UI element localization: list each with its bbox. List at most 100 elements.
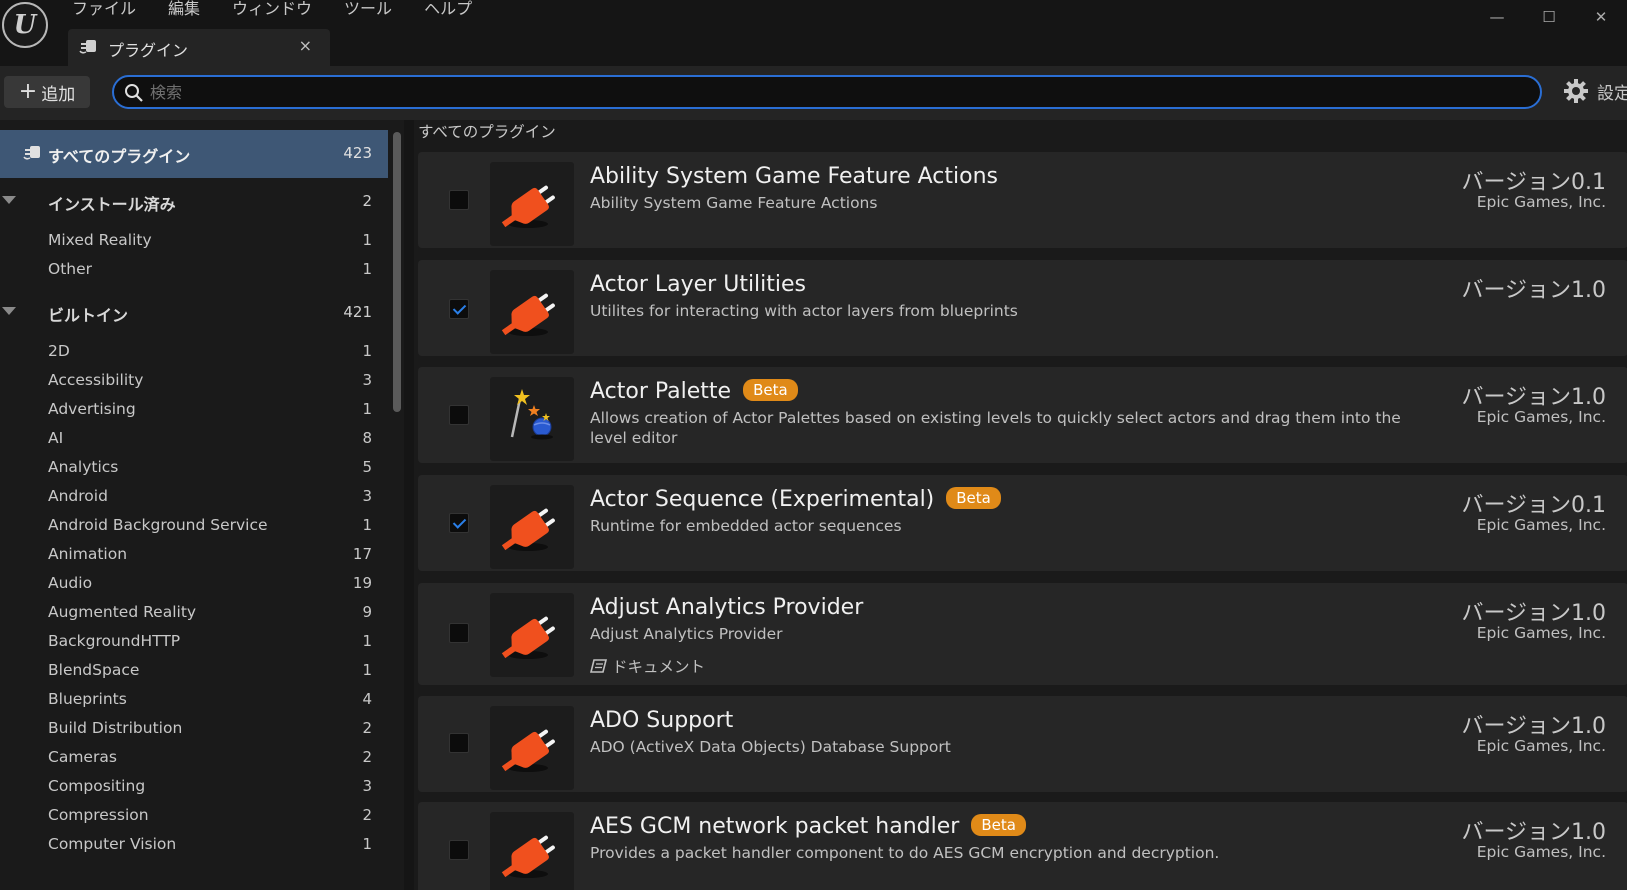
- plugin-thumbnail: [490, 485, 574, 569]
- plugin-title[interactable]: Actor Palette Beta: [590, 379, 798, 404]
- plugin-card[interactable]: Actor Layer Utilities Utilites for inter…: [418, 260, 1627, 356]
- tab-plugins[interactable]: プラグイン ×: [68, 29, 330, 66]
- sidebar-item-mixed-reality[interactable]: Mixed Reality 1: [0, 227, 388, 256]
- enable-checkbox[interactable]: [449, 190, 469, 210]
- beta-badge: Beta: [971, 814, 1026, 836]
- enable-checkbox[interactable]: [449, 513, 469, 533]
- plugin-description: Utilites for interacting with actor laye…: [590, 302, 1018, 320]
- sidebar-scrollbar[interactable]: [393, 132, 401, 412]
- beta-badge: Beta: [743, 379, 798, 401]
- sidebar-item-cameras[interactable]: Cameras 2: [0, 744, 388, 773]
- sidebar-item-label: Computer Vision: [48, 835, 177, 853]
- add-button[interactable]: + 追加: [4, 76, 90, 108]
- sidebar-item-compositing[interactable]: Compositing 3: [0, 773, 388, 802]
- plug-icon: [23, 146, 40, 160]
- plug-icon: [501, 185, 555, 228]
- close-window-button[interactable]: ✕: [1575, 4, 1627, 30]
- plugin-description: ADO (ActiveX Data Objects) Database Supp…: [590, 738, 951, 756]
- tab-label: プラグイン: [108, 41, 189, 60]
- search-box: [112, 75, 1542, 109]
- sidebar-item-animation[interactable]: Animation 17: [0, 541, 388, 570]
- sidebar-item-analytics[interactable]: Analytics 5: [0, 454, 388, 483]
- sidebar-item-other[interactable]: Other 1: [0, 256, 388, 285]
- sidebar-item-label: 2D: [48, 342, 70, 360]
- plug-icon: [501, 616, 555, 659]
- sidebar-item-augmented-reality[interactable]: Augmented Reality 9: [0, 599, 388, 628]
- menu-window[interactable]: ウィンドウ: [230, 0, 328, 20]
- sidebar-item-label: AI: [48, 429, 64, 447]
- sidebar-item-compression[interactable]: Compression 2: [0, 802, 388, 831]
- plugin-card[interactable]: AES GCM network packet handler Beta Provi…: [418, 802, 1627, 890]
- sidebar-item-count: 2: [362, 748, 372, 766]
- sidebar-item-count: 3: [362, 487, 372, 505]
- menu-help[interactable]: ヘルプ: [422, 0, 488, 20]
- sidebar-item-android[interactable]: Android 3: [0, 483, 388, 512]
- plugin-thumbnail: [490, 270, 574, 354]
- sidebar-item-count: 1: [362, 835, 372, 853]
- collapse-arrow-icon[interactable]: [2, 307, 16, 315]
- plugin-card[interactable]: Adjust Analytics Provider Adjust Analyti…: [418, 583, 1627, 685]
- title-bar: U ファイル 編集 ウィンドウ ツール ヘルプ — ☐ ✕ プラグイン ×: [0, 0, 1627, 66]
- plugin-title[interactable]: Adjust Analytics Provider: [590, 595, 863, 620]
- unreal-logo-icon[interactable]: U: [2, 2, 48, 48]
- sidebar-item-ai[interactable]: AI 8: [0, 425, 388, 454]
- settings-label: 設定: [1597, 83, 1627, 104]
- minimize-button[interactable]: —: [1471, 4, 1523, 30]
- plugin-title[interactable]: AES GCM network packet handler Beta: [590, 814, 1026, 839]
- plugin-title[interactable]: Actor Layer Utilities: [590, 272, 806, 297]
- plugin-title[interactable]: Actor Sequence (Experimental) Beta: [590, 487, 1001, 512]
- enable-checkbox[interactable]: [449, 733, 469, 753]
- enable-checkbox[interactable]: [449, 405, 469, 425]
- sidebar-item-accessibility[interactable]: Accessibility 3: [0, 367, 388, 396]
- toolbar: + 追加 設定: [0, 66, 1627, 120]
- plugin-thumbnail: [490, 162, 574, 246]
- tab-close-button[interactable]: ×: [299, 36, 312, 55]
- sidebar-item-audio[interactable]: Audio 19: [0, 570, 388, 599]
- plugin-vendor: Epic Games, Inc.: [1476, 408, 1606, 426]
- sidebar-item-blueprints[interactable]: Blueprints 4: [0, 686, 388, 715]
- sidebar-item-count: 423: [343, 144, 372, 162]
- sidebar-item-count: 4: [362, 690, 372, 708]
- plugin-card[interactable]: ADO Support ADO (ActiveX Data Objects) D…: [418, 696, 1627, 792]
- sidebar-item-computer-vision[interactable]: Computer Vision 1: [0, 831, 388, 860]
- plugin-description: Adjust Analytics Provider: [590, 625, 783, 643]
- plugin-version: バージョン0.1: [1461, 493, 1606, 518]
- enable-checkbox[interactable]: [449, 623, 469, 643]
- sidebar-item-backgroundhttp[interactable]: BackgroundHTTP 1: [0, 628, 388, 657]
- plugin-title[interactable]: ADO Support: [590, 708, 733, 733]
- sidebar-item-all-plugins[interactable]: すべてのプラグイン 423: [0, 130, 388, 178]
- documentation-link[interactable]: ドキュメント: [590, 655, 705, 677]
- menu-edit[interactable]: 編集: [166, 0, 216, 20]
- collapse-arrow-icon[interactable]: [2, 196, 16, 204]
- enable-checkbox[interactable]: [449, 840, 469, 860]
- plugin-card[interactable]: Ability System Game Feature Actions Abil…: [418, 152, 1627, 248]
- plugin-description: Ability System Game Feature Actions: [590, 194, 878, 212]
- sidebar-item-blendspace[interactable]: BlendSpace 1: [0, 657, 388, 686]
- plugin-title-text: ADO Support: [590, 708, 734, 733]
- sidebar-item-count: 1: [362, 260, 372, 278]
- plugin-title[interactable]: Ability System Game Feature Actions: [590, 164, 998, 189]
- menu-file[interactable]: ファイル: [70, 0, 152, 20]
- enable-checkbox[interactable]: [449, 299, 469, 319]
- sidebar-group-installed[interactable]: インストール済み 2: [0, 188, 388, 218]
- sidebar-item-count: 3: [362, 371, 372, 389]
- window-controls: — ☐ ✕: [1471, 4, 1627, 30]
- sidebar-group-builtin[interactable]: ビルトイン 421: [0, 299, 388, 329]
- plug-icon: [501, 293, 555, 336]
- sidebar-item-count: 19: [352, 574, 372, 592]
- sidebar-item-2d[interactable]: 2D 1: [0, 338, 388, 367]
- gear-icon: [1564, 79, 1588, 103]
- sidebar-item-android-background-service[interactable]: Android Background Service 1: [0, 512, 388, 541]
- menu-tools[interactable]: ツール: [342, 0, 408, 20]
- plugin-card[interactable]: Actor Palette Beta Allows creation of Act…: [418, 367, 1627, 463]
- sidebar-item-label: Augmented Reality: [48, 603, 197, 621]
- plugin-card[interactable]: Actor Sequence (Experimental) Beta Runtim…: [418, 475, 1627, 571]
- sidebar-item-build-distribution[interactable]: Build Distribution 2: [0, 715, 388, 744]
- sidebar-item-label: Mixed Reality: [48, 231, 152, 249]
- sidebar-item-advertising[interactable]: Advertising 1: [0, 396, 388, 425]
- maximize-button[interactable]: ☐: [1523, 4, 1575, 30]
- add-button-label: 追加: [41, 84, 76, 105]
- settings-button[interactable]: 設定: [1563, 78, 1627, 104]
- sidebar-group-count: 2: [362, 192, 372, 210]
- search-input[interactable]: [150, 79, 1530, 105]
